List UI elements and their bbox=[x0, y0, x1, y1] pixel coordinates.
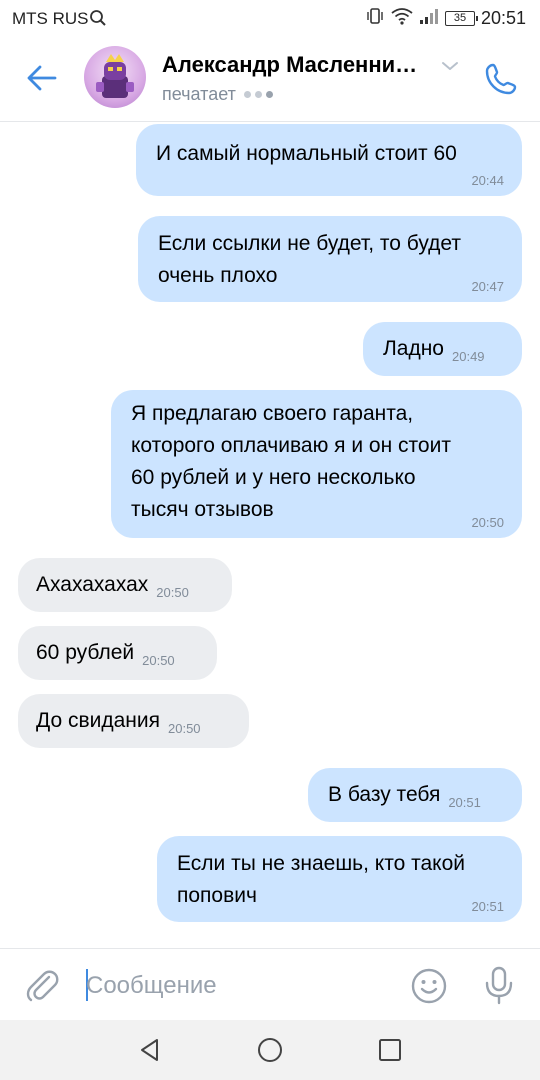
message-text: Ахахахахах bbox=[36, 573, 149, 596]
microphone-button[interactable] bbox=[478, 963, 520, 1007]
circle-home-icon bbox=[258, 1038, 282, 1062]
carrier-name: MTS RUS bbox=[12, 9, 89, 28]
message-text: В базу тебя bbox=[328, 783, 441, 806]
nav-back-button[interactable] bbox=[134, 1034, 166, 1066]
message-text: И самый нормальный стоит 60 bbox=[156, 142, 457, 165]
system-nav-bar bbox=[0, 1020, 540, 1080]
message-bubble-outgoing[interactable]: Если ты не знаешь, кто такой попович 20:… bbox=[157, 836, 522, 922]
status-bar: MTS RUS 35 20:51 bbox=[0, 0, 540, 36]
signal-icon bbox=[419, 7, 439, 30]
message-bubble-outgoing[interactable]: Я предлагаю своего гаранта, которого опл… bbox=[111, 390, 522, 538]
message-input[interactable] bbox=[86, 967, 386, 1005]
clock: 20:51 bbox=[480, 7, 526, 28]
phone-icon bbox=[485, 63, 517, 95]
message-time: 20:49 bbox=[452, 349, 485, 364]
back-button[interactable] bbox=[22, 58, 62, 98]
status-indicators: 35 20:51 bbox=[365, 6, 526, 30]
typing-label: печатает bbox=[162, 84, 236, 104]
chevron-down-icon[interactable] bbox=[438, 56, 462, 76]
search-icon bbox=[89, 9, 107, 32]
message-time: 20:50 bbox=[142, 653, 175, 668]
chat-header: Александр Масленни… печатает bbox=[0, 36, 540, 122]
message-text: 60 рублей bbox=[36, 641, 135, 664]
message-bubble-outgoing[interactable]: Если ссылки не будет, то будет очень пло… bbox=[138, 216, 522, 302]
typing-status: печатает bbox=[162, 84, 273, 105]
wifi-icon bbox=[391, 7, 413, 30]
contact-name[interactable]: Александр Масленни… bbox=[162, 52, 432, 78]
message-text: До свидания bbox=[36, 709, 160, 732]
battery-icon: 35 bbox=[444, 10, 478, 26]
message-time: 20:50 bbox=[168, 721, 201, 736]
message-text: Если ссылки не будет, то будет очень пло… bbox=[158, 232, 461, 287]
typing-dots-icon bbox=[243, 91, 273, 98]
message-bubble-outgoing[interactable]: И самый нормальный стоит 60 20:44 bbox=[136, 124, 522, 196]
message-bubble-incoming[interactable]: До свидания 20:50 bbox=[18, 694, 249, 748]
arrow-left-icon bbox=[27, 65, 57, 91]
smile-icon bbox=[411, 968, 447, 1004]
vibrate-icon bbox=[365, 6, 385, 31]
nav-recents-button[interactable] bbox=[374, 1034, 406, 1066]
attach-button[interactable] bbox=[22, 965, 62, 1005]
avatar[interactable] bbox=[84, 46, 146, 108]
message-text: Я предлагаю своего гаранта, которого опл… bbox=[131, 402, 451, 521]
message-bubble-outgoing[interactable]: В базу тебя 20:51 bbox=[308, 768, 522, 822]
message-list[interactable]: И самый нормальный стоит 60 20:44 Если с… bbox=[0, 122, 540, 948]
message-time: 20:47 bbox=[471, 279, 504, 294]
message-bubble-incoming[interactable]: Ахахахахах 20:50 bbox=[18, 558, 232, 612]
microphone-icon bbox=[485, 966, 513, 1005]
message-composer bbox=[0, 948, 540, 1020]
message-time: 20:51 bbox=[448, 795, 481, 810]
paperclip-icon bbox=[26, 970, 59, 1002]
triangle-back-icon bbox=[141, 1039, 158, 1061]
nav-home-button[interactable] bbox=[254, 1034, 286, 1066]
square-recents-icon bbox=[379, 1039, 401, 1061]
message-time: 20:51 bbox=[471, 899, 504, 914]
emoji-button[interactable] bbox=[408, 965, 450, 1007]
message-bubble-incoming[interactable]: 60 рублей 20:50 bbox=[18, 626, 217, 680]
call-button[interactable] bbox=[480, 58, 522, 100]
message-text: Ладно bbox=[383, 337, 444, 360]
message-time: 20:50 bbox=[156, 585, 189, 600]
message-time: 20:44 bbox=[471, 173, 504, 188]
message-time: 20:50 bbox=[471, 515, 504, 530]
message-bubble-outgoing[interactable]: Ладно 20:49 bbox=[363, 322, 522, 376]
message-text: Если ты не знаешь, кто такой попович bbox=[177, 852, 466, 907]
